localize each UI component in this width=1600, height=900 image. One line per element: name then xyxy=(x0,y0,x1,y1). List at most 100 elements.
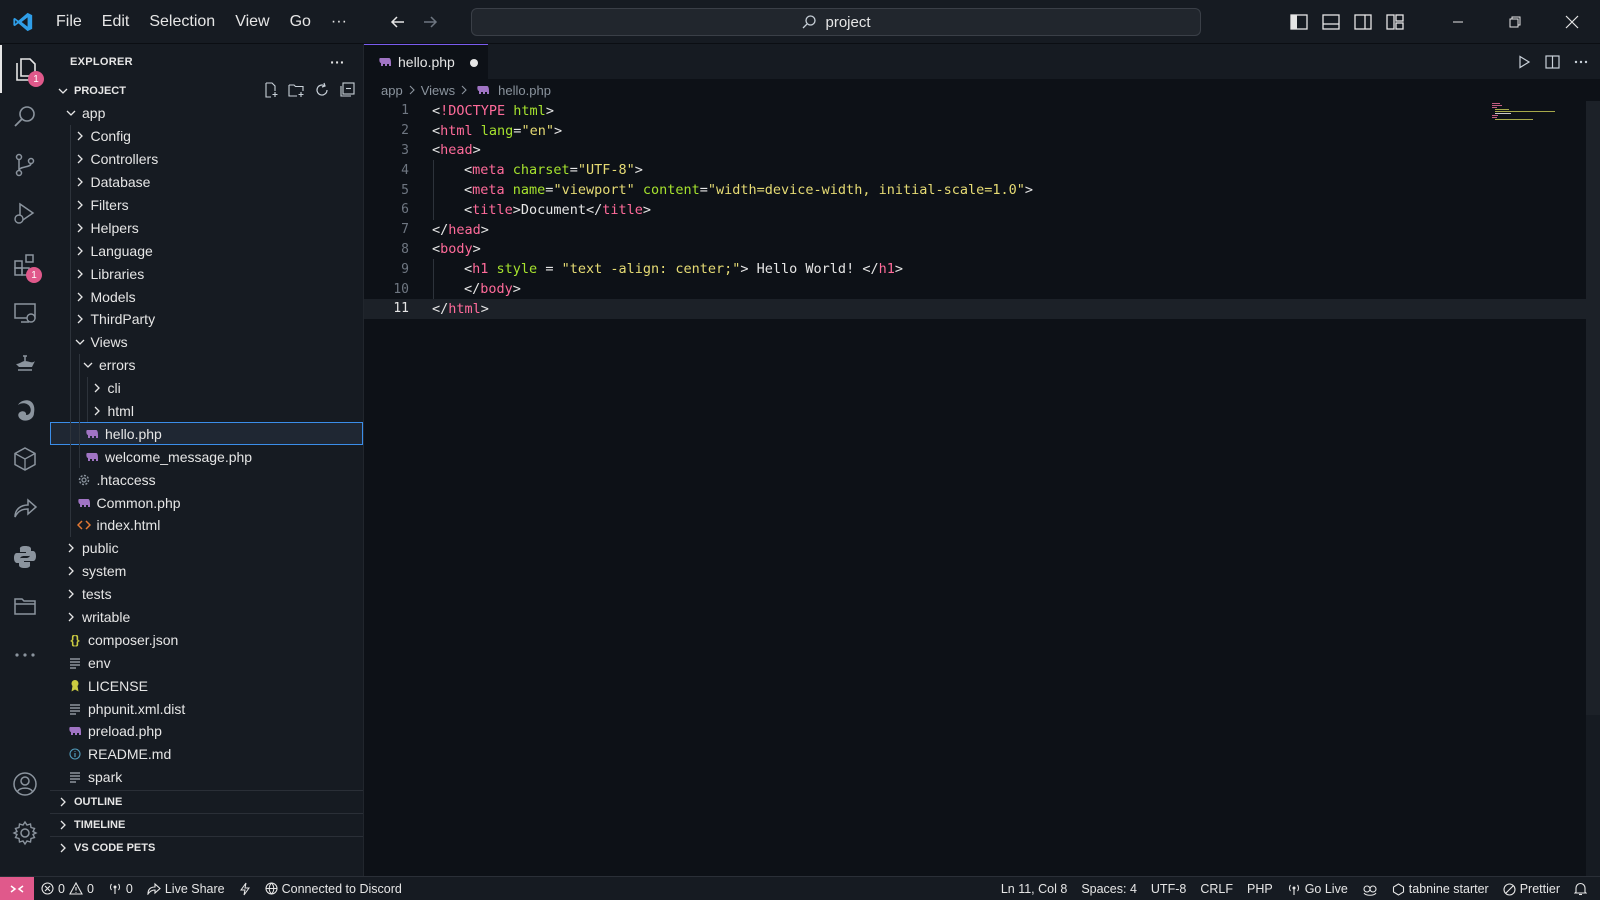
menu-selection[interactable]: Selection xyxy=(139,0,225,44)
explorer-more-button[interactable]: ··· xyxy=(330,54,345,70)
code-line[interactable]: 1 <!DOCTYPE html> xyxy=(364,101,1600,121)
new-folder-icon[interactable] xyxy=(288,82,305,98)
live-share-status[interactable]: Live Share xyxy=(140,877,232,900)
file-item[interactable]: {} composer.json xyxy=(50,628,363,651)
vscode-pets-section[interactable]: VS CODE PETS xyxy=(50,836,363,858)
lamp-icon[interactable] xyxy=(0,338,50,386)
folder-item[interactable]: Libraries xyxy=(50,262,363,286)
folder-item[interactable]: tests xyxy=(50,583,363,606)
close-icon[interactable] xyxy=(1543,0,1600,44)
folder-item[interactable]: Views xyxy=(50,330,363,354)
more-views-icon[interactable] xyxy=(0,631,50,679)
copilot-status[interactable] xyxy=(1355,877,1385,900)
language-mode[interactable]: PHP xyxy=(1240,877,1280,900)
folder-item[interactable]: errors xyxy=(50,353,363,377)
code-line[interactable]: 3 <head> xyxy=(364,141,1600,161)
explorer-icon[interactable]: 1 xyxy=(0,45,50,93)
discord-status[interactable]: Connected to Discord xyxy=(258,877,409,900)
file-item[interactable]: spark xyxy=(50,766,363,789)
folder-item[interactable]: Models xyxy=(50,285,363,309)
folder-manager-icon[interactable] xyxy=(0,582,50,630)
menu-more[interactable]: ··· xyxy=(321,0,357,44)
remote-explorer-icon[interactable] xyxy=(0,289,50,337)
accounts-icon[interactable] xyxy=(0,760,50,808)
go-live-button[interactable]: Go Live xyxy=(1280,877,1355,900)
extensions-icon[interactable]: 1 xyxy=(0,241,50,289)
code-line[interactable]: 10 </body> xyxy=(364,279,1600,299)
code-editor[interactable]: 1 <!DOCTYPE html> 2 <html lang="en"> 3 <head>… xyxy=(364,101,1600,319)
editor-more-icon[interactable] xyxy=(1574,55,1588,69)
folder-item[interactable]: cli xyxy=(50,376,363,400)
folder-item[interactable]: Database xyxy=(50,170,363,194)
folder-item[interactable]: public xyxy=(50,537,363,560)
menu-go[interactable]: Go xyxy=(280,0,321,44)
file-item[interactable]: phpunit.xml.dist xyxy=(50,697,363,720)
python-icon[interactable] xyxy=(0,533,50,581)
file-item[interactable]: README.md xyxy=(50,743,363,766)
project-section-header[interactable]: PROJECT xyxy=(50,80,363,102)
outline-section[interactable]: OUTLINE xyxy=(50,790,363,812)
code-line[interactable]: 7 </head> xyxy=(364,220,1600,240)
command-center-search[interactable]: project xyxy=(471,8,1201,36)
folder-item[interactable]: system xyxy=(50,560,363,583)
new-file-icon[interactable] xyxy=(263,82,279,98)
code-line[interactable]: 11 </html> xyxy=(364,298,1600,319)
collapse-all-icon[interactable] xyxy=(339,82,355,98)
lightning-status[interactable] xyxy=(232,877,258,900)
problems-indicator[interactable]: 0 0 xyxy=(34,877,101,900)
breadcrumb-views[interactable]: Views xyxy=(421,83,455,98)
line-ending[interactable]: CRLF xyxy=(1193,877,1240,900)
notifications-button[interactable] xyxy=(1567,877,1594,900)
toggle-panel-icon[interactable] xyxy=(1315,0,1347,44)
breadcrumb-app[interactable]: app xyxy=(381,83,403,98)
prettier-status[interactable]: Prettier xyxy=(1496,877,1567,900)
code-line[interactable]: 5 <meta name="viewport" content="width=de… xyxy=(364,180,1600,200)
hexagon-extension-icon[interactable] xyxy=(0,435,50,483)
source-control-icon[interactable] xyxy=(0,141,50,189)
folder-item[interactable]: Helpers xyxy=(50,216,363,240)
edge-browser-icon[interactable] xyxy=(0,387,50,435)
minimize-icon[interactable] xyxy=(1429,0,1486,44)
settings-gear-icon[interactable] xyxy=(0,809,50,857)
back-arrow-icon[interactable] xyxy=(389,13,407,31)
folder-item[interactable]: html xyxy=(50,399,363,423)
run-debug-icon[interactable] xyxy=(0,189,50,237)
toggle-primary-sidebar-icon[interactable] xyxy=(1283,0,1315,44)
code-line[interactable]: 2 <html lang="en"> xyxy=(364,121,1600,141)
menu-view[interactable]: View xyxy=(225,0,279,44)
tabnine-status[interactable]: tabnine starter xyxy=(1385,877,1496,900)
minimap[interactable] xyxy=(1492,102,1556,122)
toggle-secondary-sidebar-icon[interactable] xyxy=(1347,0,1379,44)
indentation[interactable]: Spaces: 4 xyxy=(1074,877,1144,900)
file-item[interactable]: index.html xyxy=(50,514,363,537)
code-line[interactable]: 6 <title>Document</title> xyxy=(364,199,1600,220)
encoding[interactable]: UTF-8 xyxy=(1144,877,1193,900)
folder-item[interactable]: Filters xyxy=(50,193,363,217)
menu-edit[interactable]: Edit xyxy=(92,0,140,44)
timeline-section[interactable]: TIMELINE xyxy=(50,813,363,835)
split-editor-icon[interactable] xyxy=(1545,54,1560,69)
folder-item[interactable]: app xyxy=(50,102,363,125)
restore-icon[interactable] xyxy=(1486,0,1543,44)
folder-item[interactable]: Controllers xyxy=(50,147,363,171)
file-item[interactable]: preload.php xyxy=(50,720,363,743)
menu-file[interactable]: File xyxy=(46,0,92,44)
file-item[interactable]: LICENSE xyxy=(50,674,363,697)
code-line[interactable]: 8 <body> xyxy=(364,240,1600,260)
search-view-icon[interactable] xyxy=(0,93,50,141)
breadcrumb-file[interactable]: hello.php xyxy=(498,83,551,98)
editor-scrollbar[interactable] xyxy=(1586,101,1600,876)
folder-item[interactable]: writable xyxy=(50,606,363,629)
unsaved-dot-icon[interactable] xyxy=(470,59,478,67)
refresh-icon[interactable] xyxy=(314,82,330,98)
forward-arrow-icon[interactable] xyxy=(421,13,439,31)
file-item[interactable]: .htaccess xyxy=(50,468,363,492)
file-item[interactable]: hello.php xyxy=(50,422,363,446)
scrollbar-thumb[interactable] xyxy=(1586,101,1600,715)
cursor-position[interactable]: Ln 11, Col 8 xyxy=(994,877,1074,900)
file-item[interactable]: welcome_message.php xyxy=(50,445,363,469)
live-share-icon[interactable] xyxy=(0,484,50,532)
file-item[interactable]: Common.php xyxy=(50,491,363,515)
remote-indicator[interactable] xyxy=(0,876,34,900)
customize-layout-icon[interactable] xyxy=(1379,0,1411,44)
